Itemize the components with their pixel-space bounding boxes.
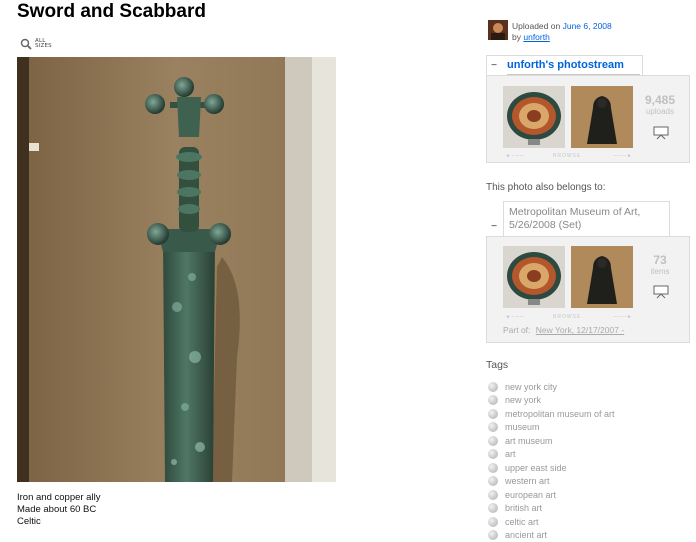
next-arrow-icon[interactable]: ───► [613,153,633,159]
tag-bullet-icon [488,476,498,486]
tag-label: ancient art [505,530,547,540]
tag-bullet-icon [488,422,498,432]
tag-list: new york city new york metropolitan muse… [488,380,688,542]
plate-thumbnail [503,86,565,148]
photostream-thumb-next[interactable] [571,86,633,148]
set-title-line2: 5/26/2008 (Set) [509,219,640,232]
tag-label: museum [505,422,540,432]
all-sizes-label-line2: SIZES [35,44,52,50]
photostream-header: − unforth's photostream [486,55,643,76]
set-thumb-next[interactable] [571,246,633,308]
tag-item[interactable]: art museum [488,434,688,448]
tag-label: metropolitan museum of art [505,409,615,419]
tag-item[interactable]: metropolitan museum of art [488,407,688,421]
next-arrow-icon[interactable]: ───► [613,314,633,320]
tag-label: art museum [505,436,553,446]
by-prefix: by [512,32,521,42]
photostream-box: 9,485 uploads ◄─── BROWSE ───► [486,75,690,163]
set-item-count: 73 [637,254,683,267]
tag-item[interactable]: western art [488,475,688,489]
plate-thumbnail [503,246,565,308]
page-title: Sword and Scabbard [17,1,206,23]
tag-item[interactable]: art [488,448,688,462]
tag-bullet-icon [488,517,498,527]
tag-bullet-icon [488,382,498,392]
tags-label: Tags [486,359,508,371]
username-link[interactable]: unforth [523,32,549,42]
tag-label: new york [505,395,541,405]
belongs-label: This photo also belongs to: [486,182,606,193]
tag-item[interactable]: museum [488,421,688,435]
tag-bullet-icon [488,503,498,513]
browse-label: BROWSE [553,314,581,320]
upload-date-link[interactable]: June 6, 2008 [563,21,612,31]
uploader-info: Uploaded on June 6, 2008 by unforth [488,20,688,44]
set-item-count-unit: items [637,267,683,276]
tag-bullet-icon [488,395,498,405]
caption-line: Celtic [17,516,100,528]
magnifier-icon [20,38,32,50]
sword-photo-image [17,57,336,482]
tag-item[interactable]: upper east side [488,461,688,475]
browse-label: BROWSE [553,153,581,159]
tag-bullet-icon [488,409,498,419]
tag-bullet-icon [488,463,498,473]
upload-count-unit: uploads [637,107,683,116]
tag-item[interactable]: celtic art [488,515,688,529]
tag-label: upper east side [505,463,567,473]
tag-label: celtic art [505,517,539,527]
statue-thumbnail [571,86,633,148]
set-title-line1: Metropolitan Museum of Art, [509,206,640,219]
uploaded-prefix: Uploaded on [512,21,560,31]
main-photo[interactable] [17,57,336,482]
avatar-image [488,20,508,40]
slideshow-icon[interactable] [653,285,669,299]
slideshow-icon[interactable] [653,126,669,140]
tag-item[interactable]: british art [488,502,688,516]
tag-item[interactable]: new york [488,394,688,408]
statue-thumbnail [571,246,633,308]
set-thumb-prev[interactable] [503,246,565,308]
tag-item[interactable]: new york city [488,380,688,394]
set-box: − 73 items ◄─── BROWSE ───► Part of: New [486,236,690,343]
all-sizes-button[interactable]: ALL SIZES [20,37,60,51]
tag-item[interactable]: ancient art [488,529,688,542]
part-of-prefix: Part of: [503,325,530,335]
tag-label: art [505,449,516,459]
tag-label: western art [505,476,550,486]
collapse-icon[interactable]: − [490,62,498,70]
photostream-link[interactable]: unforth's photostream [507,59,624,71]
prev-arrow-icon[interactable]: ◄─── [505,153,525,159]
tag-bullet-icon [488,490,498,500]
tag-bullet-icon [488,449,498,459]
upload-count: 9,485 [637,94,683,107]
tag-label: european art [505,490,556,500]
tag-label: new york city [505,382,557,392]
collection-link[interactable]: New York, 12/17/2007 - [536,325,624,335]
photo-caption: Iron and copper ally Made about 60 BC Ce… [17,492,100,528]
tag-item[interactable]: european art [488,488,688,502]
prev-arrow-icon[interactable]: ◄─── [505,314,525,320]
caption-line: Iron and copper ally [17,492,100,504]
tag-bullet-icon [488,436,498,446]
tag-bullet-icon [488,530,498,540]
caption-line: Made about 60 BC [17,504,100,516]
set-header[interactable]: Metropolitan Museum of Art, 5/26/2008 (S… [503,201,670,237]
photostream-thumb-prev[interactable] [503,86,565,148]
tag-label: british art [505,503,542,513]
avatar[interactable] [488,20,508,40]
collapse-set-icon[interactable]: − [490,223,498,231]
